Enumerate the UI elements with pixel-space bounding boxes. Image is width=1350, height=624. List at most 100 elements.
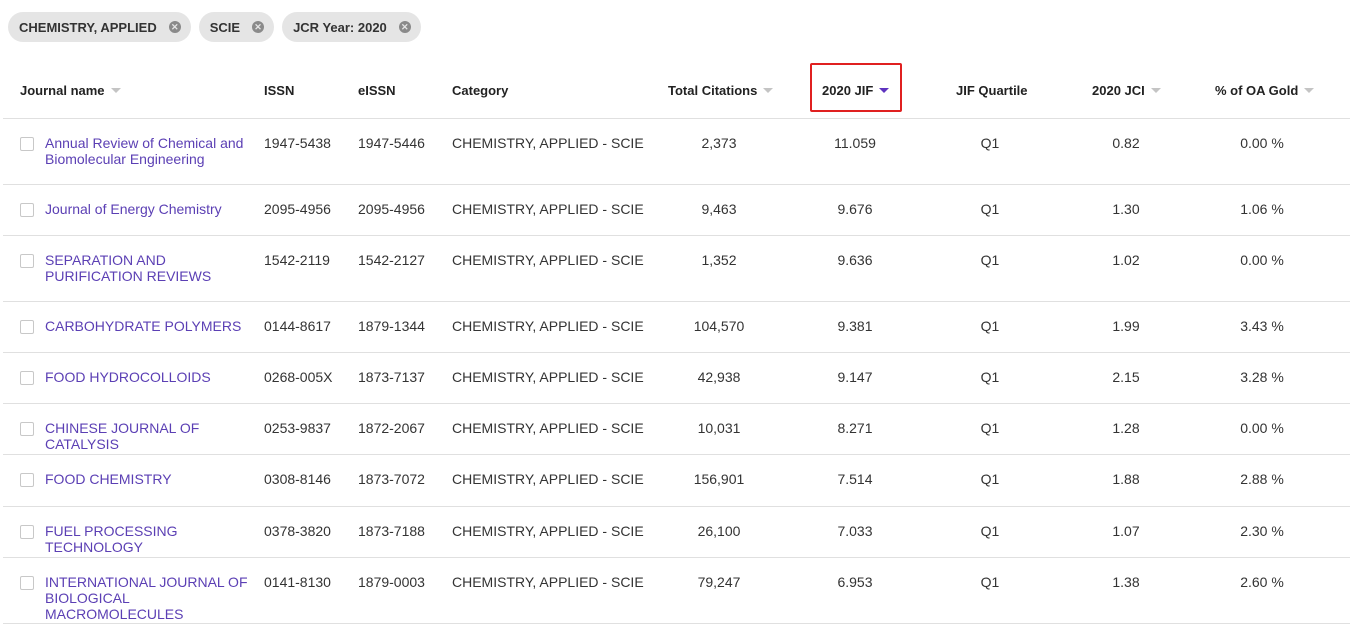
sort-caret-active-icon	[879, 88, 890, 93]
category-cell: CHEMISTRY, APPLIED - SCIE	[452, 318, 644, 334]
column-header-jci[interactable]: 2020 JCI	[1092, 63, 1161, 118]
issn-cell: 0308-8146	[264, 471, 331, 487]
column-header-oa-gold[interactable]: % of OA Gold	[1215, 63, 1315, 118]
jif-cell: 7.033	[837, 523, 873, 539]
journal-table: Journal name ISSN eISSN Category Total C…	[3, 63, 1350, 624]
jif-quartile-cell: Q1	[980, 369, 1000, 385]
oa-gold-cell: 0.00 %	[1240, 135, 1284, 151]
column-header-eissn: eISSN	[358, 63, 396, 118]
jif-cell: 9.636	[837, 252, 873, 268]
column-header-total-citations[interactable]: Total Citations	[668, 63, 774, 118]
row-checkbox[interactable]	[20, 525, 34, 539]
issn-cell: 0253-9837	[264, 420, 331, 436]
filter-chips: CHEMISTRY, APPLIED ✕ SCIE ✕ JCR Year: 20…	[8, 12, 421, 42]
issn-cell: 2095-4956	[264, 201, 331, 217]
table-row: SEPARATION AND PURIFICATION REVIEWS 1542-…	[3, 236, 1350, 302]
issn-cell: 0141-8130	[264, 574, 331, 590]
oa-gold-cell: 2.88 %	[1240, 471, 1284, 487]
jif-cell: 7.514	[837, 471, 873, 487]
filter-chip-year[interactable]: JCR Year: 2020 ✕	[282, 12, 421, 42]
jif-cell: 9.147	[837, 369, 873, 385]
total-citations-cell: 79,247	[697, 574, 741, 590]
table-row: CARBOHYDRATE POLYMERS 0144-8617 1879-1344 C…	[3, 302, 1350, 353]
filter-chip-edition[interactable]: SCIE ✕	[198, 12, 275, 42]
row-checkbox[interactable]	[20, 576, 34, 590]
row-checkbox[interactable]	[20, 203, 34, 217]
eissn-cell: 2095-4956	[358, 201, 425, 217]
column-header-jif-quartile: JIF Quartile	[956, 63, 1028, 118]
close-icon[interactable]: ✕	[252, 21, 265, 33]
jci-cell: 1.88	[1112, 471, 1140, 487]
category-cell: CHEMISTRY, APPLIED - SCIE	[452, 574, 644, 590]
column-label: 2020 JCI	[1092, 83, 1145, 98]
category-cell: CHEMISTRY, APPLIED - SCIE	[452, 523, 644, 539]
table-row: Annual Review of Chemical and Biomolecul…	[3, 119, 1350, 185]
table-row: Journal of Energy Chemistry 2095-4956 2095…	[3, 185, 1350, 236]
close-icon[interactable]: ✕	[398, 21, 411, 33]
jif-cell: 6.953	[837, 574, 873, 590]
journal-name-link[interactable]: Journal of Energy Chemistry	[45, 201, 265, 217]
jci-cell: 1.38	[1112, 574, 1140, 590]
table-header: Journal name ISSN eISSN Category Total C…	[3, 63, 1350, 119]
close-icon[interactable]: ✕	[168, 21, 181, 33]
eissn-cell: 1873-7137	[358, 369, 425, 385]
journal-name-link[interactable]: Annual Review of Chemical and Biomolecul…	[45, 135, 265, 167]
total-citations-cell: 104,570	[693, 318, 745, 334]
journal-name-link[interactable]: FUEL PROCESSING TECHNOLOGY	[45, 523, 265, 555]
issn-cell: 0268-005X	[264, 369, 333, 385]
column-label: Journal name	[20, 83, 105, 98]
journal-name-link[interactable]: INTERNATIONAL JOURNAL OF BIOLOGICAL MACR…	[45, 574, 265, 622]
row-checkbox[interactable]	[20, 473, 34, 487]
eissn-cell: 1879-1344	[358, 318, 425, 334]
column-label: JIF Quartile	[956, 83, 1028, 98]
jci-cell: 1.30	[1112, 201, 1140, 217]
row-checkbox[interactable]	[20, 422, 34, 436]
eissn-cell: 1873-7188	[358, 523, 425, 539]
sort-caret-icon	[763, 88, 774, 93]
row-checkbox[interactable]	[20, 254, 34, 268]
issn-cell: 0378-3820	[264, 523, 331, 539]
column-header-journal-name[interactable]: Journal name	[20, 63, 121, 118]
row-checkbox[interactable]	[20, 371, 34, 385]
jif-quartile-cell: Q1	[980, 574, 1000, 590]
jif-cell: 9.381	[837, 318, 873, 334]
jif-cell: 11.059	[834, 135, 876, 151]
column-header-category: Category	[452, 63, 508, 118]
journal-name-link[interactable]: CHINESE JOURNAL OF CATALYSIS	[45, 420, 265, 452]
total-citations-cell: 26,100	[697, 523, 741, 539]
issn-cell: 0144-8617	[264, 318, 331, 334]
category-cell: CHEMISTRY, APPLIED - SCIE	[452, 420, 644, 436]
jif-quartile-cell: Q1	[980, 318, 1000, 334]
column-label: % of OA Gold	[1215, 83, 1299, 98]
journal-name-link[interactable]: CARBOHYDRATE POLYMERS	[45, 318, 265, 334]
eissn-cell: 1873-7072	[358, 471, 425, 487]
jci-cell: 2.15	[1112, 369, 1140, 385]
journal-name-link[interactable]: SEPARATION AND PURIFICATION REVIEWS	[45, 252, 265, 284]
total-citations-cell: 42,938	[697, 369, 741, 385]
table-row: FOOD CHEMISTRY 0308-8146 1873-7072 CHEMISTR…	[3, 455, 1350, 507]
jif-quartile-cell: Q1	[980, 201, 1000, 217]
journal-name-link[interactable]: FOOD CHEMISTRY	[45, 471, 265, 487]
category-cell: CHEMISTRY, APPLIED - SCIE	[452, 471, 644, 487]
sort-caret-icon	[110, 88, 121, 93]
issn-cell: 1542-2119	[264, 252, 330, 268]
row-checkbox[interactable]	[20, 137, 34, 151]
sort-caret-icon	[1304, 88, 1315, 93]
column-header-jif[interactable]: 2020 JIF	[822, 63, 890, 118]
filter-chip-label: JCR Year: 2020	[293, 19, 387, 35]
sort-caret-icon	[1150, 88, 1161, 93]
eissn-cell: 1542-2127	[358, 252, 425, 268]
table-row: FOOD HYDROCOLLOIDS 0268-005X 1873-7137 CHEM…	[3, 353, 1350, 404]
eissn-cell: 1872-2067	[358, 420, 425, 436]
jif-quartile-cell: Q1	[980, 523, 1000, 539]
table-row: CHINESE JOURNAL OF CATALYSIS 0253-9837 187…	[3, 404, 1350, 455]
row-checkbox[interactable]	[20, 320, 34, 334]
oa-gold-cell: 3.43 %	[1240, 318, 1284, 334]
jci-cell: 1.02	[1112, 252, 1140, 268]
filter-chip-category[interactable]: CHEMISTRY, APPLIED ✕	[8, 12, 191, 42]
total-citations-cell: 156,901	[693, 471, 745, 487]
journal-name-link[interactable]: FOOD HYDROCOLLOIDS	[45, 369, 265, 385]
issn-cell: 1947-5438	[264, 135, 331, 151]
total-citations-cell: 1,352	[701, 252, 737, 268]
oa-gold-cell: 2.60 %	[1240, 574, 1284, 590]
